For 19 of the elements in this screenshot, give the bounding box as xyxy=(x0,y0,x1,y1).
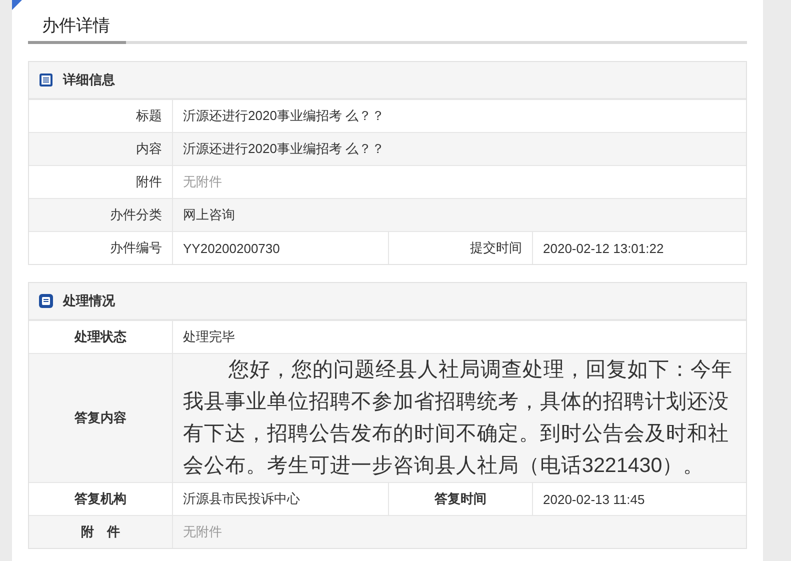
panel-title: 详细信息 xyxy=(63,71,115,89)
field-value: 无附件 xyxy=(182,523,223,541)
corner-icon xyxy=(12,0,22,10)
field-value: 沂源还进行2020事业编招考 么？？ xyxy=(182,107,386,125)
document-icon xyxy=(39,294,53,308)
answer-text: 您好，您的问题经县人社局调查处理，回复如下：今年我县事业单位招聘不参加省招聘统考，具体的招聘计划还没有下达，招聘公告发布的时间不确定。到时公告会及时和社会公布。考生可进一步咨询县人社局（电话3221430）。 xyxy=(182,357,734,479)
field-label: 提交时间 xyxy=(389,232,533,264)
field-value: 网上咨询 xyxy=(182,206,236,224)
page-title: 办件详情 xyxy=(28,12,126,44)
field-value: 2020-02-12 13:01:22 xyxy=(542,240,665,258)
list-icon xyxy=(39,73,53,87)
field-value: YY20200200730 xyxy=(173,232,389,264)
field-value: 无附件 xyxy=(182,173,223,191)
field-value: 沂源还进行2020事业编招考 么？？ xyxy=(182,140,386,158)
panel-title: 处理情况 xyxy=(63,292,115,310)
field-value: 2020-02-13 11:45 xyxy=(542,490,646,508)
field-label: 办件编号 xyxy=(29,232,173,264)
field-value: 处理完毕 xyxy=(182,328,236,346)
field-label: 附 件 xyxy=(29,516,173,548)
